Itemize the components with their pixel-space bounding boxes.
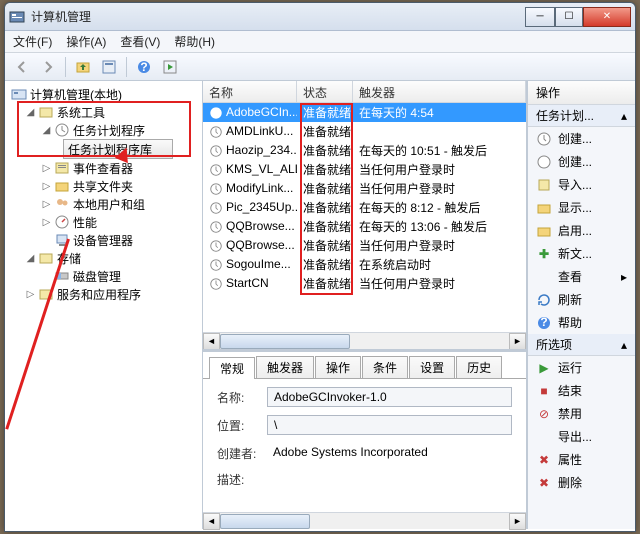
tree-device-manager[interactable]: 设备管理器 (7, 231, 200, 249)
detail-tabs: 常规 触发器 操作 条件 设置 历史 (203, 352, 526, 378)
action-run[interactable]: ▶运行 (528, 356, 635, 379)
action-properties[interactable]: ✖属性 (528, 448, 635, 471)
list-header[interactable]: 名称 状态 触发器 (203, 81, 526, 103)
action-view[interactable]: 查看▸ (528, 265, 635, 288)
label-author: 创建者: (217, 445, 267, 462)
action-create-task[interactable]: 创建... (528, 150, 635, 173)
task-list[interactable]: 名称 状态 触发器 AdobeGCIn...准备就绪在每天的 4:54AMDLi… (203, 81, 526, 332)
up-button[interactable] (72, 56, 94, 78)
tab-actions[interactable]: 操作 (315, 356, 361, 378)
actions-group-scheduler[interactable]: 任务计划...▴ (528, 105, 635, 127)
tab-conditions[interactable]: 条件 (362, 356, 408, 378)
label-location: 位置: (217, 417, 267, 434)
menu-view[interactable]: 查看(V) (120, 33, 160, 50)
action-export[interactable]: 导出... (528, 425, 635, 448)
action-refresh[interactable]: 刷新 (528, 288, 635, 311)
mmc-window: 计算机管理 ─ ☐ ✕ 文件(F) 操作(A) 查看(V) 帮助(H) ? 计算… (4, 2, 636, 532)
actions-group-selected[interactable]: 所选项▴ (528, 334, 635, 356)
detail-horizontal-scrollbar[interactable]: ◄ ► (203, 512, 526, 529)
svg-text:?: ? (540, 315, 547, 329)
task-row[interactable]: Pic_2345Up...准备就绪在每天的 8:12 - 触发后 (203, 198, 526, 217)
app-icon (9, 9, 25, 25)
tab-triggers[interactable]: 触发器 (256, 356, 314, 378)
back-button[interactable] (11, 56, 33, 78)
task-row[interactable]: Haozip_234...准备就绪在每天的 10:51 - 触发后 (203, 141, 526, 160)
tree-local-users[interactable]: ▷本地用户和组 (7, 195, 200, 213)
action-display[interactable]: 显示... (528, 196, 635, 219)
tree-shared-folders[interactable]: ▷共享文件夹 (7, 177, 200, 195)
close-button[interactable]: ✕ (583, 7, 631, 27)
action-import[interactable]: 导入... (528, 173, 635, 196)
window-title: 计算机管理 (31, 8, 525, 25)
menu-action[interactable]: 操作(A) (66, 33, 106, 50)
scroll-right-button[interactable]: ► (509, 333, 526, 350)
action-enable-history[interactable]: 启用... (528, 219, 635, 242)
tree-root[interactable]: 计算机管理(本地) (7, 85, 200, 103)
col-name[interactable]: 名称 (203, 81, 297, 102)
task-row[interactable]: AdobeGCIn...准备就绪在每天的 4:54 (203, 103, 526, 122)
tree-services-apps[interactable]: ▷服务和应用程序 (7, 285, 200, 303)
menu-file[interactable]: 文件(F) (13, 33, 52, 50)
task-row[interactable]: QQBrowse...准备就绪在每天的 13:06 - 触发后 (203, 217, 526, 236)
svg-text:?: ? (140, 60, 147, 74)
col-state[interactable]: 状态 (297, 81, 353, 102)
tab-history[interactable]: 历史 (456, 356, 502, 378)
menu-help[interactable]: 帮助(H) (174, 33, 215, 50)
scroll-thumb[interactable] (220, 334, 350, 349)
action-create-basic[interactable]: 创建... (528, 127, 635, 150)
tree-disk-management[interactable]: 磁盘管理 (7, 267, 200, 285)
actions-pane: 操作 任务计划...▴ 创建... 创建... 导入... 显示... 启用..… (527, 81, 635, 529)
tree-performance[interactable]: ▷性能 (7, 213, 200, 231)
task-row[interactable]: QQBrowse...准备就绪当任何用户登录时 (203, 236, 526, 255)
forward-button[interactable] (37, 56, 59, 78)
tree-system-tools[interactable]: ◢系统工具 (7, 103, 200, 121)
collapse-icon[interactable]: ▴ (621, 109, 627, 123)
action-end[interactable]: ■结束 (528, 379, 635, 402)
main-pane: 名称 状态 触发器 AdobeGCIn...准备就绪在每天的 4:54AMDLi… (203, 81, 527, 529)
maximize-button[interactable]: ☐ (555, 7, 583, 27)
titlebar[interactable]: 计算机管理 ─ ☐ ✕ (5, 3, 635, 31)
actions-header: 操作 (528, 81, 635, 105)
run-icon[interactable] (159, 56, 181, 78)
task-row[interactable]: KMS_VL_ALL准备就绪当任何用户登录时 (203, 160, 526, 179)
label-description: 描述: (217, 471, 267, 488)
properties-button[interactable] (98, 56, 120, 78)
field-name[interactable]: AdobeGCInvoker-1.0 (267, 387, 512, 407)
detail-pane: 常规 触发器 操作 条件 设置 历史 名称:AdobeGCInvoker-1.0… (203, 349, 526, 529)
tab-general[interactable]: 常规 (209, 357, 255, 379)
task-row[interactable]: StartCN准备就绪当任何用户登录时 (203, 274, 526, 293)
field-author: Adobe Systems Incorporated (267, 443, 512, 463)
task-row[interactable]: AMDLinkU...准备就绪 (203, 122, 526, 141)
help-button[interactable]: ? (133, 56, 155, 78)
action-disable[interactable]: ⊘禁用 (528, 402, 635, 425)
action-new-folder[interactable]: ✚新文... (528, 242, 635, 265)
tree-task-scheduler[interactable]: ◢任务计划程序 (7, 121, 200, 139)
task-row[interactable]: SogouIme...准备就绪在系统启动时 (203, 255, 526, 274)
menubar: 文件(F) 操作(A) 查看(V) 帮助(H) (5, 31, 635, 53)
scroll-left-button[interactable]: ◄ (203, 333, 220, 350)
field-location[interactable]: \ (267, 415, 512, 435)
tab-settings[interactable]: 设置 (409, 356, 455, 378)
tree-storage[interactable]: ◢存储 (7, 249, 200, 267)
label-name: 名称: (217, 389, 267, 406)
navigation-tree[interactable]: 计算机管理(本地) ◢系统工具 ◢任务计划程序 任务计划程序库 ▷事件查看器 ▷… (5, 81, 203, 529)
task-row[interactable]: ModifyLink...准备就绪当任何用户登录时 (203, 179, 526, 198)
toolbar: ? (5, 53, 635, 81)
tree-task-library[interactable]: 任务计划程序库 (63, 139, 173, 159)
action-help[interactable]: ?帮助 (528, 311, 635, 334)
horizontal-scrollbar[interactable]: ◄ ► (203, 332, 526, 349)
action-delete[interactable]: ✖删除 (528, 471, 635, 494)
collapse-icon[interactable]: ▴ (621, 338, 627, 352)
tree-event-viewer[interactable]: ▷事件查看器 (7, 159, 200, 177)
minimize-button[interactable]: ─ (525, 7, 555, 27)
col-trigger[interactable]: 触发器 (353, 81, 526, 102)
